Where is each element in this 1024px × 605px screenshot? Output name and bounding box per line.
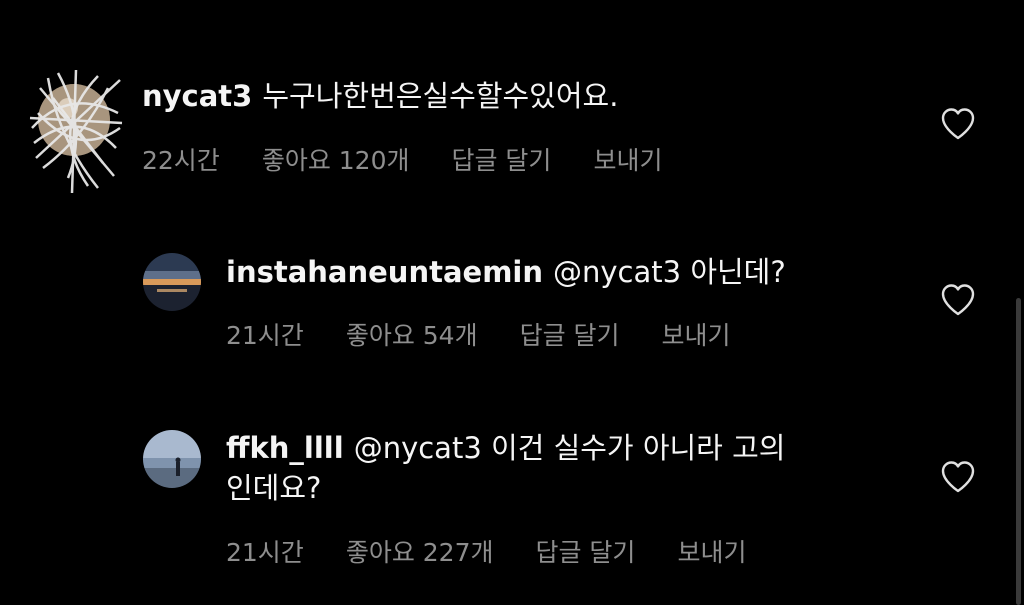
scrollbar[interactable] <box>1016 298 1021 605</box>
timestamp: 21시간 <box>226 321 304 350</box>
comment-meta: 21시간 좋아요 227개 답글 달기 보내기 <box>226 533 788 569</box>
comment-text-continued: 인데요? <box>226 471 322 505</box>
likes-count-link[interactable]: 좋아요 54개 <box>346 316 478 352</box>
comment-text-line: nycat3 누구나한번은실수할수있어요. <box>142 76 618 116</box>
send-button[interactable]: 보내기 <box>593 141 662 177</box>
comment-text: @nycat3 이건 실수가 아니라 고의 <box>353 431 786 465</box>
username[interactable]: nycat3 <box>142 79 252 113</box>
avatar[interactable] <box>143 430 201 488</box>
beach-person-avatar-icon <box>143 430 201 488</box>
reply-button[interactable]: 답글 달기 <box>520 316 620 352</box>
send-button[interactable]: 보내기 <box>677 533 746 569</box>
avatar[interactable] <box>28 68 124 194</box>
username[interactable]: ffkh_llll <box>226 431 344 465</box>
comment-text-line: instahaneuntaemin @nycat3 아닌데? <box>226 252 786 292</box>
heart-outline-icon[interactable] <box>940 107 976 141</box>
comment-text-line-2: 인데요? <box>226 468 785 508</box>
likes-count-link[interactable]: 좋아요 227개 <box>346 533 494 569</box>
comment-text: 누구나한번은실수할수있어요. <box>262 79 619 113</box>
send-button[interactable]: 보내기 <box>662 316 731 352</box>
comment-text: @nycat3 아닌데? <box>553 255 786 289</box>
comment-meta: 21시간 좋아요 54개 답글 달기 보내기 <box>226 316 773 352</box>
heart-outline-icon[interactable] <box>940 460 976 494</box>
comment-text-line: ffkh_llll @nycat3 이건 실수가 아니라 고의 <box>226 428 785 468</box>
reply-button[interactable]: 답글 달기 <box>535 533 635 569</box>
timestamp: 21시간 <box>226 538 304 567</box>
scribbled-avatar-icon <box>29 69 123 194</box>
avatar[interactable] <box>143 253 201 311</box>
timestamp: 22시간 <box>142 146 220 175</box>
heart-outline-icon[interactable] <box>940 283 976 317</box>
comment-meta: 22시간 좋아요 120개 답글 달기 보내기 <box>142 141 704 177</box>
reply-button[interactable]: 답글 달기 <box>451 141 551 177</box>
sunset-sea-avatar-icon <box>143 253 201 311</box>
username[interactable]: instahaneuntaemin <box>226 255 543 289</box>
likes-count-link[interactable]: 좋아요 120개 <box>262 141 410 177</box>
